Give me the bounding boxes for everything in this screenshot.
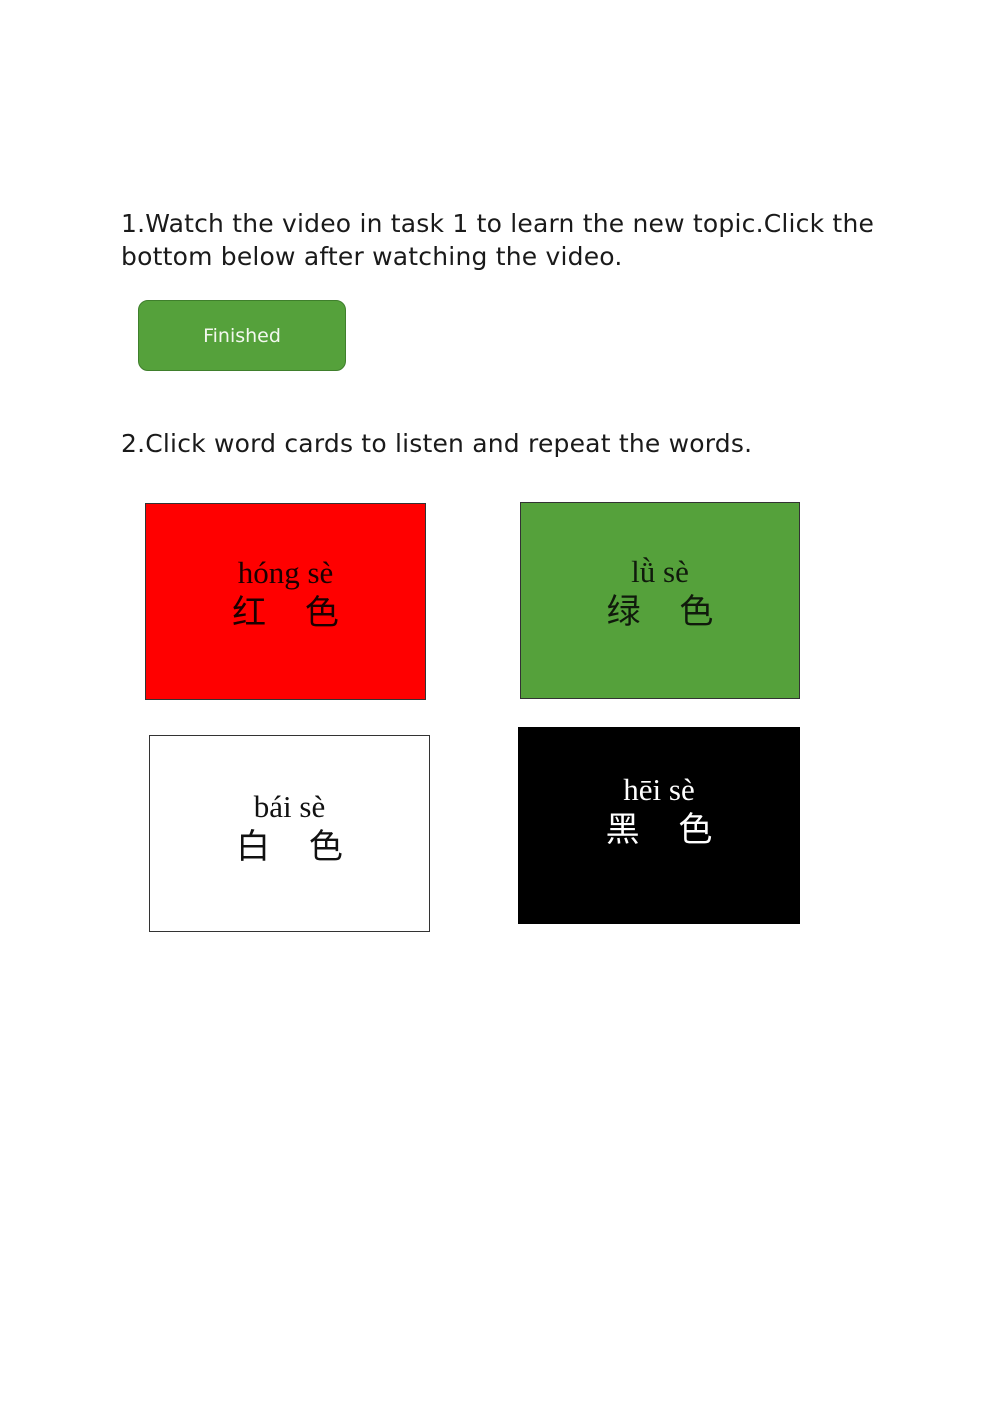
card-pinyin: hēi sè bbox=[623, 771, 695, 807]
task2-instruction: 2.Click word cards to listen and repeat … bbox=[121, 429, 753, 458]
card-pinyin: lǜ sè bbox=[631, 553, 689, 589]
card-pinyin: hóng sè bbox=[237, 554, 334, 590]
card-hanzi: 白 色 bbox=[236, 826, 357, 867]
finished-button[interactable]: Finished bbox=[138, 300, 346, 371]
card-hanzi: 红 色 bbox=[232, 592, 353, 633]
word-card-red[interactable]: hóng sè 红 色 bbox=[145, 503, 426, 700]
card-pinyin: bái sè bbox=[253, 788, 326, 824]
word-card-green[interactable]: lǜ sè 绿 色 bbox=[520, 502, 800, 699]
card-hanzi: 绿 色 bbox=[606, 591, 728, 632]
word-card-black[interactable]: hēi sè 黑 色 bbox=[518, 727, 800, 924]
word-card-white[interactable]: bái sè 白 色 bbox=[149, 735, 430, 932]
task1-instruction: 1.Watch the video in task 1 to learn the… bbox=[121, 209, 875, 271]
card-hanzi: 黑 色 bbox=[605, 809, 727, 850]
finished-button-label: Finished bbox=[203, 324, 281, 347]
